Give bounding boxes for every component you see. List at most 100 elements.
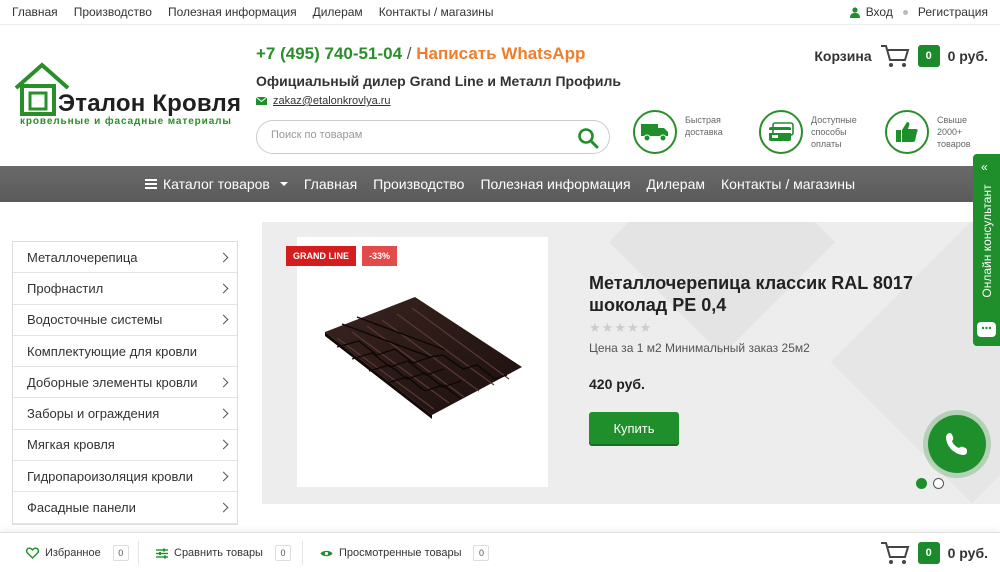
dealer-info: Официальный дилер Grand Line и Металл Пр… [256,73,621,89]
feature-delivery-text: Быстрая доставка [685,110,739,138]
sidebar-item-label: Металлочерепица [27,249,138,265]
top-link-contacts[interactable]: Контакты / магазины [379,5,494,19]
viewed-count: 0 [473,545,490,561]
sidebar-item-metal-tile[interactable]: Металлочерепица [13,242,237,274]
cart-icon [880,542,909,564]
phone-icon [946,433,967,455]
feature-products-circle [885,110,929,154]
product-title[interactable]: Металлочерепица классик RAL 8017 шоколад… [589,272,949,316]
top-link-info[interactable]: Полезная информация [168,5,297,19]
product-note: Цена за 1 м2 Минимальный заказ 25м2 [589,341,810,355]
chevron-right-icon [218,283,229,294]
nav-link-dealers[interactable]: Дилерам [647,176,705,192]
bottom-separator [302,541,303,565]
nav-link-contacts[interactable]: Контакты / магазины [721,176,855,192]
star-icon: ★ [626,320,639,335]
sidebar-item-facade-panels[interactable]: Фасадные панели [13,492,237,524]
discount-tag: -33% [362,246,398,266]
top-links: Главная Производство Полезная информация… [12,5,494,19]
register-link[interactable]: Регистрация [918,5,988,19]
chevron-down-icon [279,182,288,186]
slider-dot-2[interactable] [933,478,944,489]
online-consultant-tab[interactable]: « Онлайн консультант [973,154,1000,346]
chevron-right-icon [218,408,229,419]
feature-delivery-line1: Быстрая [685,115,721,125]
sidebar-item-fences[interactable]: Заборы и ограждения [13,398,237,430]
bottom-cart-count: 0 [917,542,940,564]
compare-label: Сравнить товары [174,547,263,559]
buy-button[interactable]: Купить [589,412,679,444]
sidebar-item-roof-elements[interactable]: Доборные элементы кровли [13,367,237,399]
feature-products-line2: 2000+ [937,127,963,137]
sidebar-item-label: Мягкая кровля [27,437,115,453]
sidebar-item-label: Фасадные панели [27,500,136,516]
rating-stars: ★ ★ ★ ★ ★ [589,320,651,336]
bottom-separator [138,541,139,565]
user-icon [849,6,860,18]
callback-button[interactable] [928,415,986,473]
sidebar-item-roof-accessories[interactable]: Комплектующие для кровли [13,336,237,368]
nav-link-home[interactable]: Главная [304,176,357,192]
whatsapp-link[interactable]: Написать WhatsApp [416,44,585,63]
feature-delivery: Быстрая доставка [633,110,739,154]
site-logo[interactable]: Эталон Кровля кровельные и фасадные мате… [12,62,244,130]
compare-link[interactable]: Сравнить товары 0 [156,545,291,561]
favorites-label: Избранное [45,547,101,559]
brand-tag: GRAND LINE [286,246,356,266]
viewed-link[interactable]: Просмотренные товары 0 [320,545,490,561]
favorites-count: 0 [112,545,129,561]
nav-link-production[interactable]: Производство [373,176,464,192]
sidebar-item-label: Водосточные системы [27,312,163,328]
login-link[interactable]: Вход [866,5,893,19]
sidebar-item-drainage[interactable]: Водосточные системы [13,305,237,336]
chevron-right-icon [218,377,229,388]
sidebar-item-profiled-sheet[interactable]: Профнастил [13,273,237,305]
feature-payment-circle [759,110,803,154]
top-link-home[interactable]: Главная [12,5,58,19]
slider-dot-1[interactable] [916,478,927,489]
sliders-icon [156,548,168,558]
search-icon[interactable] [577,127,599,149]
truck-icon [641,124,668,142]
feature-products-line1: Свыше [937,115,967,125]
sidebar-item-insulation[interactable]: Гидропароизоляция кровли [13,461,237,493]
auth-links: Вход Регистрация [849,5,988,19]
header-cart[interactable]: Корзина 0 0 руб. [814,44,988,68]
phone-number[interactable]: +7 (495) 740-51-04 [256,44,402,63]
envelope-icon [256,97,267,105]
catalog-menu-button[interactable]: Каталог товаров [144,176,288,192]
chevron-right-icon [218,439,229,450]
bottom-cart[interactable]: 0 0 руб. [880,541,988,565]
feature-payment: Доступные способы оплаты [759,110,865,154]
email-link[interactable]: zakaz@etalonkrovlya.ru [273,95,391,107]
auth-separator [902,9,908,15]
feature-products-line3: товаров [937,139,971,149]
feature-payment-line1: Доступные [811,115,857,125]
category-sidebar: Металлочерепица Профнастил Водосточные с… [12,241,238,525]
thumbs-up-icon [896,122,918,142]
search-input[interactable] [271,129,561,141]
feature-delivery-line2: доставка [685,127,723,137]
sidebar-item-label: Заборы и ограждения [27,406,160,422]
sidebar-item-label: Доборные элементы кровли [27,374,198,390]
sidebar-item-soft-roof[interactable]: Мягкая кровля [13,430,237,462]
product-slider: GRAND LINE -33% Металлочерепица классик … [262,222,1000,504]
favorites-link[interactable]: Избранное 0 [26,545,129,561]
star-icon: ★ [601,320,614,335]
payment-card-icon [769,122,794,141]
top-link-production[interactable]: Производство [74,5,152,19]
compare-count: 0 [274,545,291,561]
feature-payment-line2: способы [811,127,847,137]
feature-products-text: Свыше 2000+ товаров [937,110,991,150]
viewed-label: Просмотренные товары [339,547,462,559]
nav-link-info[interactable]: Полезная информация [480,176,630,192]
product-image[interactable] [297,237,548,487]
bottom-cart-total: 0 руб. [947,545,988,561]
product-title-line2: шоколад PE 0,4 [589,295,727,315]
top-link-dealers[interactable]: Дилерам [313,5,363,19]
eye-icon [320,550,333,556]
feature-products: Свыше 2000+ товаров [885,110,991,154]
top-bar: Главная Производство Полезная информация… [0,0,1000,25]
search-box [256,120,610,154]
consultant-label: Онлайн консультант [980,184,994,298]
